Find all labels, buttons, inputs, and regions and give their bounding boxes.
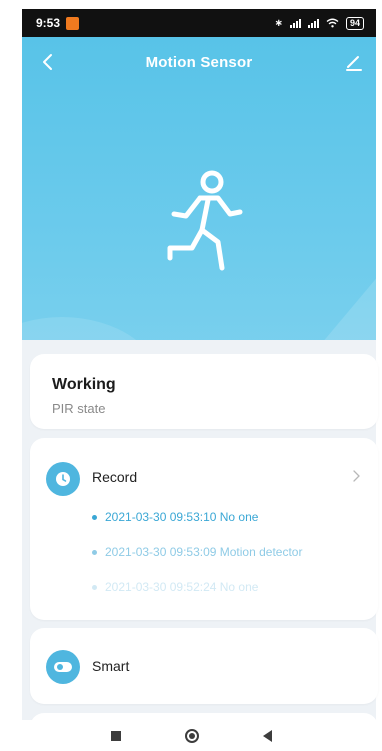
notification-icon <box>66 16 80 30</box>
record-entry-text: 2021-03-30 09:53:10 No one <box>105 510 259 524</box>
record-entry-text: 2021-03-30 09:52:24 No one <box>105 580 259 594</box>
running-person-icon <box>167 170 243 271</box>
record-entry: 2021-03-30 09:52:24 No one <box>92 580 258 594</box>
status-bar: 9:53 ∗ 94 <box>22 9 376 37</box>
bullet-dot-icon <box>92 584 97 590</box>
record-card[interactable]: Record 2021-03-30 09:53:10 No one 2021-0… <box>30 438 378 620</box>
back-chevron-icon[interactable] <box>36 50 60 74</box>
battery-indicator: 94 <box>345 16 364 30</box>
record-entry: 2021-03-30 09:53:09 Motion detector <box>92 545 302 559</box>
status-bar-left: 9:53 <box>36 16 80 30</box>
record-entry: 2021-03-30 09:53:10 No one <box>92 510 258 524</box>
clock-icon <box>46 462 80 496</box>
status-bar-right: ∗ 94 <box>274 16 364 30</box>
wifi-icon <box>326 18 339 28</box>
status-time: 9:53 <box>36 16 61 30</box>
record-entry-text: 2021-03-30 09:53:09 Motion detector <box>105 545 303 559</box>
bluetooth-icon: ∗ <box>274 17 283 29</box>
toggle-icon <box>46 650 80 684</box>
content-area: Working PIR state Record 2021-03-30 09:5… <box>22 340 378 751</box>
edit-pencil-icon[interactable] <box>342 50 366 74</box>
chevron-right-icon[interactable] <box>350 469 362 483</box>
back-triangle-icon[interactable] <box>262 729 272 742</box>
top-app-bar: Motion Sensor <box>22 37 376 87</box>
recent-apps-square-icon[interactable] <box>110 730 121 741</box>
pir-state-card: Working PIR state <box>30 354 378 429</box>
signal-icon-2 <box>307 18 319 28</box>
state-label: PIR state <box>52 401 106 416</box>
smart-label: Smart <box>92 658 130 674</box>
system-nav-bar <box>0 720 382 751</box>
signal-icon <box>289 18 301 28</box>
bullet-dot-icon <box>92 514 97 520</box>
state-value: Working <box>52 376 116 393</box>
page-title: Motion Sensor <box>145 53 253 71</box>
home-circle-icon[interactable] <box>184 728 199 743</box>
phone-screen: 9:53 ∗ 94 Motion Sensor Working PIR stat… <box>0 0 382 751</box>
smart-card[interactable]: Smart <box>30 628 378 704</box>
bullet-dot-icon <box>92 549 97 555</box>
record-label: Record <box>92 469 138 485</box>
hero-banner: Motion Sensor <box>22 37 376 377</box>
